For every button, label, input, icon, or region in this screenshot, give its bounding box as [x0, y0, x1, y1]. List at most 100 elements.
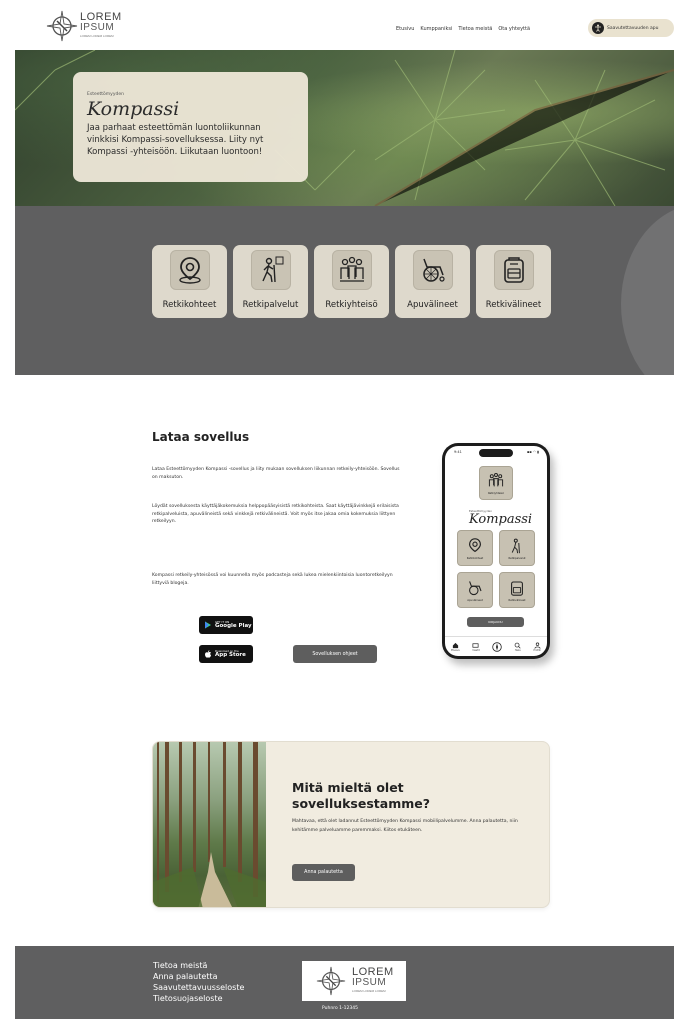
category-band: Retkikohteet Retkipalvelut Retkiyhteisö …	[15, 206, 674, 375]
app-store-button[interactable]: Download on the App Store	[199, 645, 253, 663]
site-footer: Tietoa meistä Anna palautetta Saavutetta…	[15, 946, 674, 1019]
category-list: Retkikohteet Retkipalvelut Retkiyhteisö …	[152, 245, 551, 318]
phone-nav-search[interactable]: Haku	[514, 642, 521, 652]
compass-logo-icon	[316, 966, 346, 996]
location-pin-icon	[178, 257, 201, 284]
give-feedback-button[interactable]: Anna palautetta	[292, 864, 355, 881]
phone-mockup: 9:41 ▪▪ ◠ ▮ Retkiyhteisö Esteettömyyden …	[442, 443, 550, 659]
nav-item-kumppaniksi[interactable]: Kumppaniksi	[420, 26, 452, 32]
phone-bottom-nav: Etusivu Viestit Haku Profiili	[445, 636, 547, 656]
footer-links: Tietoa meistä Anna palautetta Saavutetta…	[153, 960, 244, 1004]
category-retkivalineet[interactable]: Retkivälineet	[476, 245, 551, 318]
feedback-card: Mitä mieltä olet sovelluksestamme? Mahta…	[152, 741, 550, 908]
forest-path-image	[153, 742, 266, 907]
site-header: LOREM IPSUM LOREM LOREM LOREM Etusivu Ku…	[0, 0, 674, 50]
hero-title: Kompassi	[87, 98, 180, 120]
wheelchair-icon	[469, 580, 482, 595]
footer-link-tietoa-meista[interactable]: Tietoa meistä	[153, 960, 244, 971]
phone-tile-label: Retkikohteet	[466, 556, 484, 560]
footer-logo[interactable]: LOREM IPSUM LOREM LOREM LOREM	[302, 961, 406, 1001]
feedback-title: Mitä mieltä olet sovelluksestamme?	[292, 780, 430, 811]
phone-nav-label: Profiili	[533, 648, 541, 652]
category-retkiyhteiso[interactable]: Retkiyhteisö	[314, 245, 389, 318]
footer-logo-line2: IPSUM	[352, 977, 387, 988]
phone-signal: ▪▪ ◠ ▮	[527, 450, 539, 454]
hiker-icon	[261, 256, 283, 283]
apple-icon	[205, 650, 211, 658]
app-guide-button[interactable]: Sovelluksen ohjeet	[293, 645, 377, 663]
download-title: Lataa sovellus	[152, 430, 250, 444]
phone-time: 9:41	[454, 450, 462, 454]
hero-text: Jaa parhaat esteettömän luontoliikunnan …	[87, 123, 264, 157]
phone-nav-home[interactable]: Etusivu	[451, 642, 460, 652]
hiker-icon	[511, 538, 520, 553]
phone-screen: 9:41 ▪▪ ◠ ▮ Retkiyhteisö Esteettömyyden …	[445, 446, 547, 656]
phone-tile-retkipalvelut[interactable]: Retkipalvelut	[499, 530, 535, 566]
footer-phone: Puhnro 1-12345	[322, 1006, 358, 1011]
category-apuvalineet[interactable]: Apuvälineet	[395, 245, 470, 318]
site-logo[interactable]: LOREM IPSUM LOREM LOREM LOREM	[46, 8, 136, 44]
download-paragraph-3: Kompassi retkeily-yhteisössä voi kuunnel…	[152, 573, 393, 586]
footer-link-tietosuojaseloste[interactable]: Tietosuojaseloste	[153, 993, 244, 1004]
location-pin-icon	[468, 537, 482, 552]
search-icon	[514, 642, 521, 649]
phone-tile-retkikohteet[interactable]: Retkikohteet	[457, 530, 493, 566]
accessibility-icon	[592, 22, 604, 34]
main-nav: Etusivu Kumppaniksi Tietoa meistä Ota yh…	[396, 26, 530, 32]
user-icon	[534, 642, 541, 649]
phone-title: Kompassi	[469, 512, 533, 527]
nav-item-tietoa-meista[interactable]: Tietoa meistä	[458, 26, 492, 32]
phone-nav-messages[interactable]: Viestit	[472, 642, 480, 652]
backpack-icon	[511, 580, 523, 596]
app-store-label: App Store	[215, 651, 246, 658]
category-label: Retkiyhteisö	[325, 300, 378, 310]
hero-card: Esteettömyyden Kompassi Jaa parhaat este…	[73, 72, 308, 182]
google-play-button[interactable]: GET IT ON Google Play	[199, 616, 253, 634]
google-play-label: Google Play	[215, 622, 252, 629]
phone-login-button[interactable]: KIRJAUDU	[467, 617, 524, 627]
phone-nav-label: Haku	[514, 648, 521, 652]
compass-icon	[492, 641, 502, 652]
phone-tile-retkivalineet[interactable]: Retkivälineet	[499, 572, 535, 608]
logo-line2: IPSUM	[80, 22, 115, 33]
chat-icon	[472, 642, 479, 648]
phone-nav-compass[interactable]	[492, 641, 502, 652]
nav-item-etusivu[interactable]: Etusivu	[396, 26, 414, 32]
category-label: Retkikohteet	[162, 300, 217, 310]
phone-nav-label: Etusivu	[451, 648, 460, 652]
feedback-text: Mahtavaa, että olet ladannut Esteettömyy…	[292, 819, 518, 833]
download-paragraph-1: Lataa Esteettömyyden Kompassi -sovellus …	[152, 467, 400, 480]
compass-logo-icon	[46, 10, 78, 42]
logo-line3: LOREM LOREM LOREM	[80, 34, 114, 38]
category-label: Retkipalvelut	[242, 300, 299, 310]
category-retkipalvelut[interactable]: Retkipalvelut	[233, 245, 308, 318]
footer-logo-line3: LOREM LOREM LOREM	[352, 989, 386, 993]
phone-tile-label: Apuvälineet	[467, 598, 483, 602]
community-icon	[488, 472, 504, 486]
category-retkikohteet[interactable]: Retkikohteet	[152, 245, 227, 318]
phone-tile-apuvalineet[interactable]: Apuvälineet	[457, 572, 493, 608]
community-icon	[339, 256, 364, 282]
decorative-arc	[621, 206, 674, 375]
hero-subtitle: Esteettömyyden	[87, 92, 124, 97]
category-label: Apuvälineet	[407, 300, 458, 310]
phone-notch	[479, 449, 513, 457]
phone-tile-label: Retkivälineet	[508, 598, 526, 602]
home-icon	[452, 642, 459, 648]
hero-banner: Esteettömyyden Kompassi Jaa parhaat este…	[15, 50, 674, 206]
footer-link-anna-palautetta[interactable]: Anna palautetta	[153, 971, 244, 982]
phone-nav-label: Viestit	[472, 648, 480, 652]
phone-tile-label: Retkipalvelut	[508, 556, 526, 560]
download-paragraph-2: Löydät sovelluksesta käyttäjäkokemuksia …	[152, 504, 399, 524]
phone-tile-top: Retkiyhteisö	[479, 466, 513, 500]
accessibility-help-button[interactable]: Saavutettavuuden apu	[588, 19, 674, 37]
phone-nav-profile[interactable]: Profiili	[534, 642, 541, 652]
category-label: Retkivälineet	[485, 300, 542, 310]
accessibility-help-label: Saavutettavuuden apu	[607, 25, 659, 31]
backpack-icon	[503, 257, 524, 283]
google-play-icon	[205, 621, 211, 629]
wheelchair-icon	[422, 258, 445, 282]
footer-link-saavutettavuusseloste[interactable]: Saavutettavuusseloste	[153, 982, 244, 993]
phone-tile-label: Retkiyhteisö	[488, 491, 504, 495]
nav-item-ota-yhteytta[interactable]: Ota yhteyttä	[498, 26, 530, 32]
